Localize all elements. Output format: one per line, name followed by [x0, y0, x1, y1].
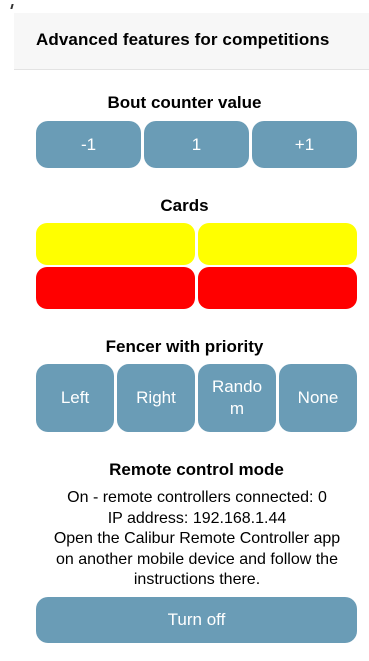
remote-instruction-line-3: instructions there.: [133, 571, 261, 588]
remote-instruction-line-2: on another mobile device and follow the: [56, 551, 338, 568]
status-bar-mark: [10, 4, 14, 9]
remote-status-line: On - remote controllers connected: 0: [67, 489, 327, 506]
turn-off-button[interactable]: Turn off: [36, 597, 357, 643]
yellow-card-right[interactable]: [198, 223, 357, 265]
priority-none-button[interactable]: None: [279, 364, 357, 432]
red-card-right[interactable]: [198, 267, 357, 309]
bout-counter-title: Bout counter value: [107, 93, 262, 112]
decrement-button[interactable]: -1: [36, 121, 141, 168]
increment-button[interactable]: +1: [252, 121, 357, 168]
priority-random-label: Random: [211, 377, 263, 418]
cards-title: Cards: [160, 196, 209, 215]
remote-instruction-line-1: Open the Calibur Remote Controller app: [53, 530, 341, 547]
priority-random-button[interactable]: Random: [198, 364, 276, 432]
priority-left-button[interactable]: Left: [36, 364, 114, 432]
red-card-left[interactable]: [36, 267, 195, 309]
page-title: Advanced features for competitions: [36, 30, 330, 49]
page-header: Advanced features for competitions: [14, 13, 369, 70]
priority-title: Fencer with priority: [105, 337, 264, 356]
remote-ip-line: IP address: 192.168.1.44: [107, 510, 287, 527]
bout-counter-value[interactable]: 1: [144, 121, 249, 168]
remote-title: Remote control mode: [109, 460, 284, 479]
priority-right-button[interactable]: Right: [117, 364, 195, 432]
yellow-card-left[interactable]: [36, 223, 195, 265]
